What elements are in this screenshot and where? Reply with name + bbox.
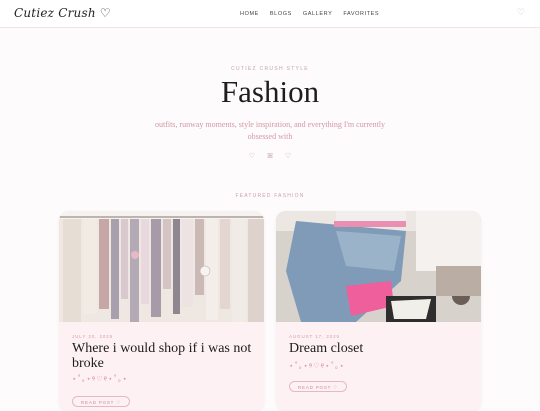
blog-card[interactable]: AUGUST 17, 2025 Dream closet ⋆˚｡⋆୨♡୧⋆˚｡⋆… [276,211,481,411]
flower-icon: ꕤ [267,152,273,160]
hero-subtitle: outfits, runway moments, style inspirati… [154,120,386,141]
heart-icon[interactable]: ♡ [517,8,525,18]
featured-section-label: FEATURED FASHION [235,193,305,199]
sparkle-decoration: ⋆˚｡⋆୨♡୧⋆˚｡⋆ [289,362,345,370]
card-title[interactable]: Where i would shop if i was not broke [72,341,257,371]
blog-card[interactable]: JULY 20, 2025 Where i would shop if i wa… [59,211,264,411]
top-navigation-bar: Cutiez Crush ♡ HOME BLOGS GALLERY FAVORI… [0,0,540,28]
read-post-button[interactable]: READ POST ♡ [72,396,131,407]
nav-gallery[interactable]: GALLERY [303,11,332,17]
sparkle-decoration: ⋆˚｡⋆୨♡୧⋆˚｡⋆ [72,375,128,383]
nav-favorites[interactable]: FAVORITES [343,11,379,17]
card-date: AUGUST 17, 2025 [289,334,340,339]
main-nav: HOME BLOGS GALLERY FAVORITES [240,11,379,17]
page-title: Fashion [220,74,320,109]
heart-icon: ♡ [248,152,256,160]
heart-icon: ♡ [284,152,292,160]
hero-decorative-icons: ♡ ꕤ ♡ [0,152,540,161]
site-logo[interactable]: Cutiez Crush ♡ [14,6,111,20]
nav-blogs[interactable]: BLOGS [270,11,292,17]
card-image-jeans-outfit[interactable] [276,211,481,322]
nav-home[interactable]: HOME [240,11,259,17]
hero-eyebrow: CUTIEZ CRUSH STYLE [231,66,309,72]
read-post-button[interactable]: READ POST ♡ [289,381,348,392]
card-image-clothing-rack[interactable] [59,211,264,322]
card-title[interactable]: Dream closet [289,341,474,356]
card-date: JULY 20, 2025 [72,334,114,339]
